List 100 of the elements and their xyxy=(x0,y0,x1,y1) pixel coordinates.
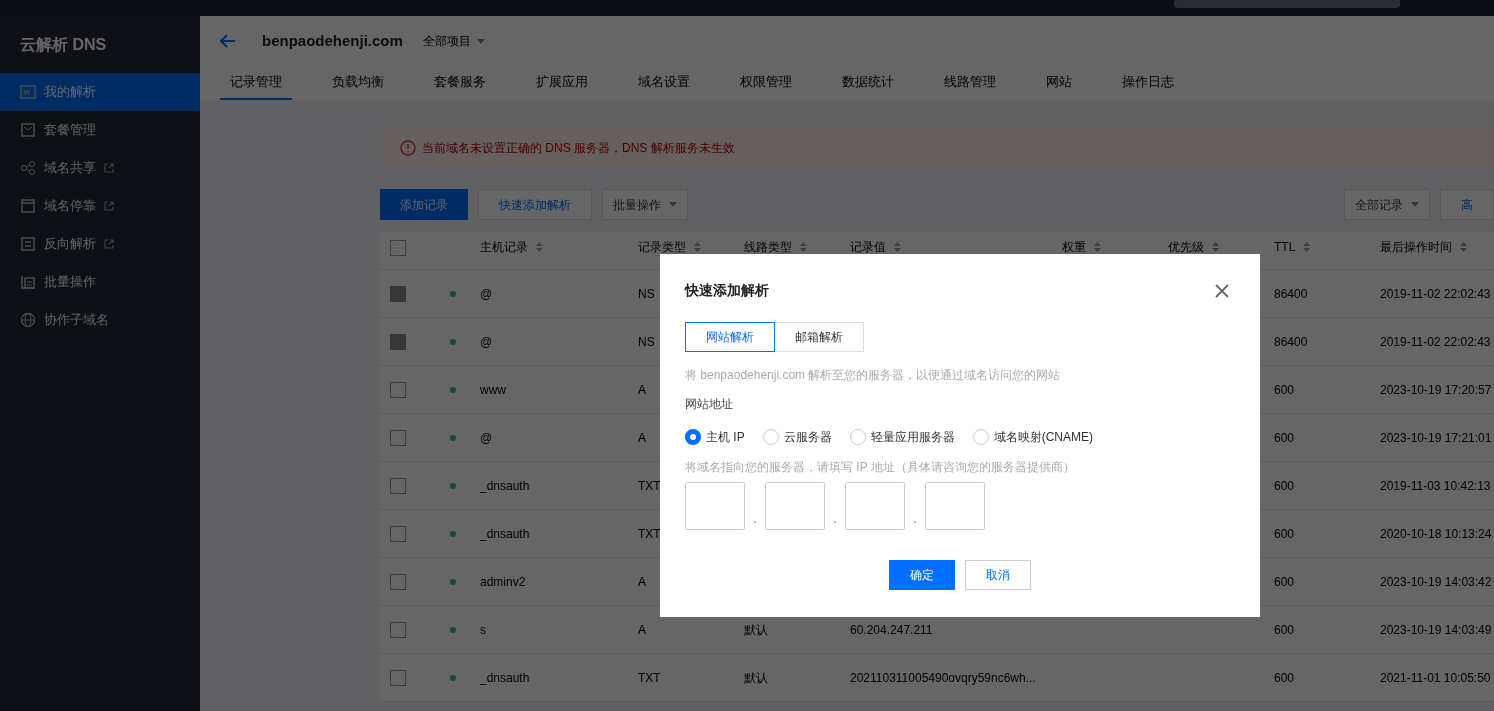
checkbox[interactable] xyxy=(390,240,406,256)
project-dropdown[interactable]: 全部项目 xyxy=(422,32,485,50)
globe-icon xyxy=(20,312,36,328)
column-header: 线路类型 xyxy=(744,240,792,254)
radio-option[interactable]: 云服务器 xyxy=(762,428,832,446)
sort-icon[interactable] xyxy=(1094,242,1101,252)
sidebar-item[interactable]: 协作子域名 xyxy=(0,301,200,339)
ip-input-field[interactable] xyxy=(685,482,745,530)
radio-option[interactable]: 域名映射(CNAME) xyxy=(972,428,1093,446)
table-cell: 600 xyxy=(1274,574,1295,589)
nav-tab[interactable]: 负载均衡 xyxy=(322,66,394,100)
nav-tab[interactable]: 扩展应用 xyxy=(526,66,598,100)
window-icon xyxy=(20,198,36,214)
table-cell: _dnsauth xyxy=(480,478,530,493)
table-cell: 86400 xyxy=(1274,286,1308,301)
nav-tab[interactable]: 线路管理 xyxy=(934,66,1006,100)
nav-tab[interactable]: 套餐服务 xyxy=(424,66,496,100)
sort-icon[interactable] xyxy=(1460,242,1467,252)
checkbox[interactable] xyxy=(390,477,406,494)
table-cell: 默认 xyxy=(744,670,768,685)
ip-input-field[interactable] xyxy=(765,482,825,530)
column-header: TTL xyxy=(1274,240,1296,254)
confirm-button[interactable]: 确定 xyxy=(889,560,955,590)
app-title: 云解析 DNS xyxy=(20,34,107,55)
document-icon xyxy=(20,84,36,100)
sidebar-item[interactable]: 域名共享 xyxy=(0,149,200,187)
table-cell: 600 xyxy=(1274,670,1295,685)
sidebar-item[interactable]: 批量操作 xyxy=(0,263,200,301)
checkbox[interactable] xyxy=(390,573,406,590)
radio-option[interactable]: 主机 IP xyxy=(685,428,745,446)
checkbox[interactable] xyxy=(390,621,406,638)
table-cell: 202110311005490ovqry59nc6wh... xyxy=(850,670,1036,685)
box-icon xyxy=(20,122,36,138)
ip-input-field[interactable] xyxy=(845,482,905,530)
button[interactable]: 快速添加解析 xyxy=(478,189,592,220)
hint-text: 将域名指向您的服务器，请填写 IP 地址（具体请咨询您的服务器提供商） xyxy=(685,459,1076,476)
caret-icon xyxy=(476,38,485,44)
search-field[interactable] xyxy=(1174,0,1400,8)
list-icon xyxy=(20,236,36,252)
sort-icon[interactable] xyxy=(800,242,807,252)
nav-tab[interactable]: 操作日志 xyxy=(1112,66,1184,100)
radio-option[interactable]: 轻量应用服务器 xyxy=(849,428,955,446)
sort-icon[interactable] xyxy=(1303,242,1311,252)
table-cell: @ xyxy=(480,334,493,349)
table-cell: 600 xyxy=(1274,526,1295,541)
copy-icon xyxy=(20,274,36,290)
nav-tab[interactable]: 域名设置 xyxy=(628,66,700,100)
nav-tab[interactable]: 数据统计 xyxy=(832,66,904,100)
dropdown-button[interactable]: 批量操作 xyxy=(602,189,688,220)
table-cell: _dnsauth xyxy=(480,526,530,541)
dialog-title: 快速添加解析 xyxy=(685,281,769,300)
table-cell: adminv2 xyxy=(480,574,526,589)
table-cell: 600 xyxy=(1274,382,1295,397)
dialog-tab[interactable]: 网站解析 xyxy=(685,322,775,352)
nav-tab[interactable]: 权限管理 xyxy=(730,66,802,100)
nav-tab[interactable]: 网站 xyxy=(1036,66,1082,100)
sort-icon[interactable] xyxy=(894,242,901,252)
table-cell: 默认 xyxy=(744,622,768,637)
checkbox[interactable] xyxy=(390,669,406,686)
back-arrow-icon[interactable] xyxy=(220,34,236,48)
checkbox[interactable] xyxy=(390,381,406,398)
table-cell: 2021-11-01 10:05:50 xyxy=(1380,670,1491,685)
table-cell: A xyxy=(638,382,646,397)
table-cell: A xyxy=(638,430,646,445)
sort-icon[interactable] xyxy=(536,242,543,252)
sidebar-item[interactable]: 套餐管理 xyxy=(0,111,200,149)
table-cell: _dnsauth xyxy=(480,670,530,685)
table-cell: 2023-10-19 17:21:01 xyxy=(1380,430,1492,445)
field-label: 网站地址 xyxy=(685,396,734,413)
dialog-tab[interactable]: 邮箱解析 xyxy=(774,322,864,352)
table-cell: 86400 xyxy=(1274,334,1308,349)
dialog-description: 将 benpaodehenji.com 解析至您的服务器，以便通过域名访问您的网站 xyxy=(685,367,1062,384)
table-cell: A xyxy=(638,622,646,637)
button[interactable]: 添加记录 xyxy=(380,189,468,220)
column-header: 优先级 xyxy=(1168,240,1204,254)
table-cell: @ xyxy=(480,430,493,445)
table-cell: 600 xyxy=(1274,622,1295,637)
sidebar-item[interactable]: 我的解析 xyxy=(0,73,200,111)
nav-tab[interactable]: 记录管理 xyxy=(220,66,292,100)
table-cell: 2023-10-19 14:03:49 xyxy=(1380,622,1492,637)
button[interactable]: 高 xyxy=(1440,189,1494,220)
caret-icon xyxy=(1411,202,1419,207)
sidebar-item[interactable]: 反向解析 xyxy=(0,225,200,263)
sort-icon[interactable] xyxy=(1212,242,1219,252)
checkbox[interactable] xyxy=(390,525,406,542)
cancel-button[interactable]: 取消 xyxy=(965,560,1031,590)
table-cell: 2019-11-03 10:42:13 xyxy=(1380,478,1491,493)
table-cell: s xyxy=(480,622,486,637)
ip-input-field[interactable] xyxy=(925,482,985,530)
separator-text: . xyxy=(752,511,758,528)
sidebar-item[interactable]: 域名停靠 xyxy=(0,187,200,225)
close-icon[interactable] xyxy=(1215,283,1229,298)
checkbox[interactable] xyxy=(390,429,406,446)
table-cell: @ xyxy=(480,286,493,301)
sort-icon[interactable] xyxy=(694,242,701,252)
table-cell: 600 xyxy=(1274,478,1295,493)
table-cell: 2023-10-19 14:03:42 xyxy=(1380,574,1492,589)
table-cell: 60.204.247.211 xyxy=(850,622,933,637)
table-cell: NS xyxy=(638,286,655,301)
dropdown-button[interactable]: 全部记录 xyxy=(1344,189,1430,220)
